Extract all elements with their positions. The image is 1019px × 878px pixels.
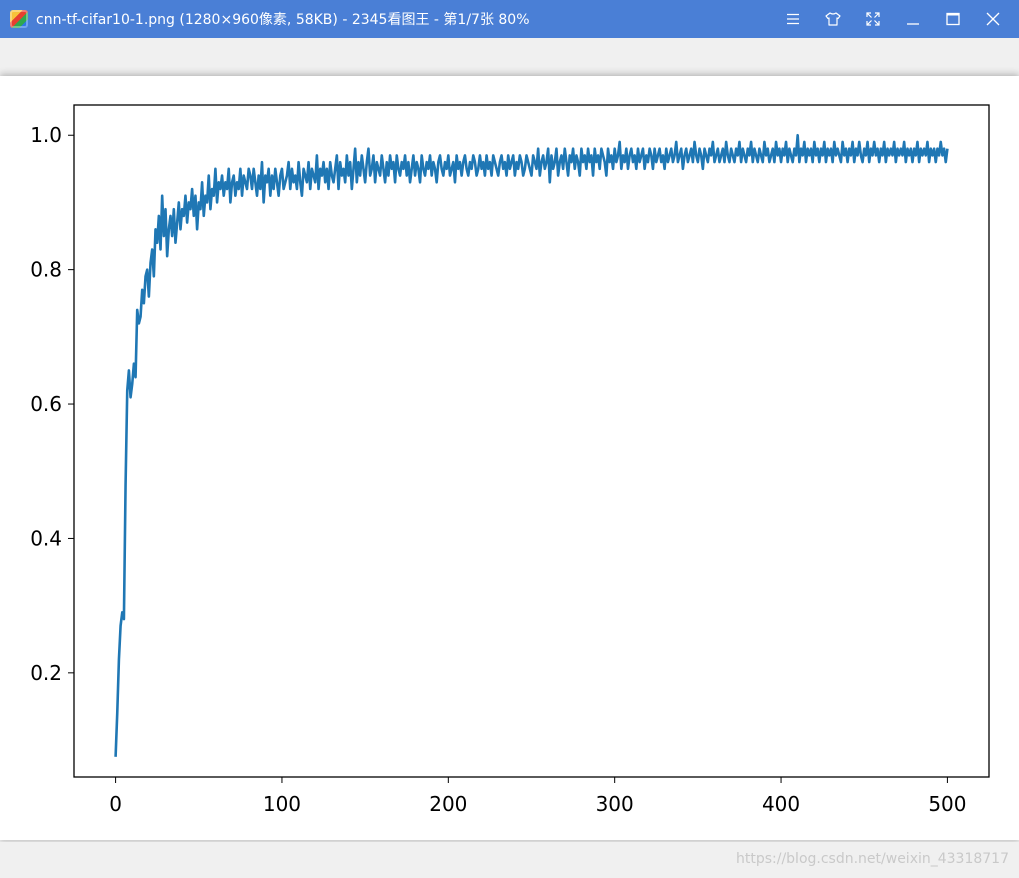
minimize-icon [907, 23, 919, 25]
y-tick-label: 1.0 [30, 123, 62, 147]
viewer-background-top [0, 38, 1019, 74]
x-tick-label: 0 [109, 792, 122, 816]
watermark-text: https://blog.csdn.net/weixin_43318717 [735, 851, 1009, 867]
line-chart: 0 100 200 300 400 500 0.2 0.4 0.6 0.8 1.0 [30, 104, 990, 816]
y-tick-label: 0.4 [30, 526, 62, 550]
x-tick-label: 300 [596, 792, 634, 816]
window-controls [773, 0, 1013, 38]
maximize-icon [946, 12, 960, 26]
x-axis: 0 100 200 300 400 500 [109, 777, 967, 816]
menu-icon [787, 13, 799, 25]
x-tick-label: 500 [928, 792, 966, 816]
skin-icon [825, 12, 841, 26]
fullscreen-icon [866, 12, 880, 26]
y-tick-label: 0.6 [30, 392, 62, 416]
close-button[interactable] [973, 0, 1013, 38]
x-tick-label: 100 [263, 792, 301, 816]
y-tick-label: 0.2 [30, 661, 62, 685]
minimize-button[interactable] [893, 0, 933, 38]
window-title: cnn-tf-cifar10-1.png (1280×960像素, 58KB) … [36, 12, 530, 28]
menu-button[interactable] [773, 0, 813, 38]
maximize-button[interactable] [933, 0, 973, 38]
x-tick-label: 400 [762, 792, 800, 816]
close-icon [986, 12, 1000, 26]
window-titlebar: cnn-tf-cifar10-1.png (1280×960像素, 58KB) … [0, 0, 1019, 38]
image-canvas[interactable]: 0 100 200 300 400 500 0.2 0.4 0.6 0.8 1.0 [0, 76, 1019, 840]
fullscreen-button[interactable] [853, 0, 893, 38]
app-logo-icon [10, 10, 28, 28]
skin-button[interactable] [813, 0, 853, 38]
x-tick-label: 200 [429, 792, 467, 816]
y-tick-label: 0.8 [30, 258, 62, 282]
y-axis: 0.2 0.4 0.6 0.8 1.0 [30, 123, 74, 685]
